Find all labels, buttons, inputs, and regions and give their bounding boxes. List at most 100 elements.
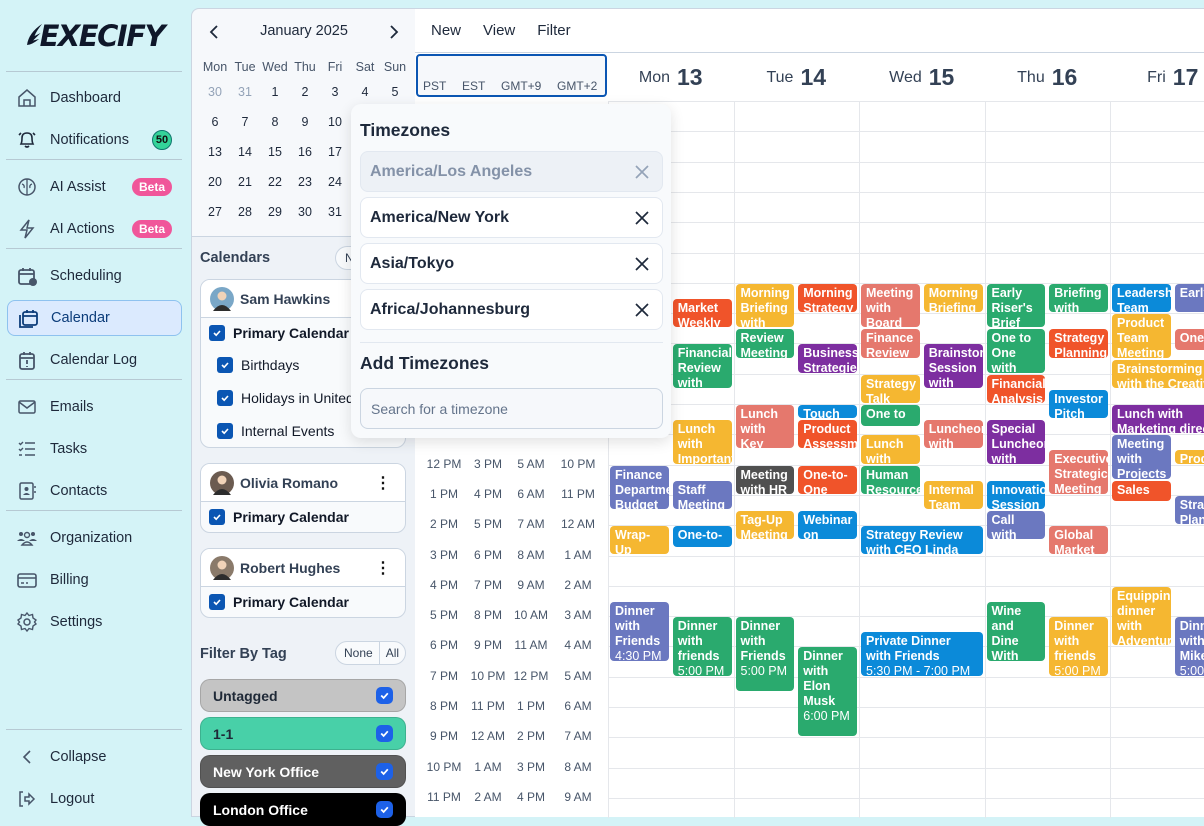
sidebar-item-dashboard[interactable]: Dashboard xyxy=(7,80,182,116)
mini-calendar-day[interactable]: 1 xyxy=(260,85,290,99)
calendar-event[interactable]: Morning Briefing with xyxy=(735,283,795,328)
mini-calendar-day[interactable]: 9 xyxy=(290,115,320,129)
filter-button[interactable]: Filter xyxy=(537,22,570,39)
mini-calendar-day[interactable]: 13 xyxy=(200,145,230,159)
mini-calendar-day[interactable]: 30 xyxy=(290,205,320,219)
mini-calendar-day[interactable]: 22 xyxy=(260,175,290,189)
mini-calendar-next-button[interactable] xyxy=(384,19,404,43)
logout-button[interactable]: Logout xyxy=(7,781,182,817)
calendar-event[interactable]: Strategy Planning xyxy=(1174,495,1204,525)
calendar-event[interactable]: Lunch with Marketing director xyxy=(1112,405,1204,434)
calendar-event[interactable]: Investor Pitch xyxy=(1049,389,1108,419)
calendar-event[interactable]: Dinner with Mike 5:00 PM xyxy=(1174,617,1204,676)
calendar-event[interactable]: Brainstorming Session with xyxy=(923,344,983,388)
new-button[interactable]: New xyxy=(431,22,461,39)
close-icon[interactable] xyxy=(634,210,650,226)
mini-calendar-day[interactable]: 23 xyxy=(290,175,320,189)
checkbox-checked-icon[interactable] xyxy=(217,356,233,373)
timezone-item[interactable]: Africa/Johannesburg xyxy=(360,289,663,330)
mini-calendar-day[interactable]: 24 xyxy=(320,175,350,189)
timezone-item[interactable]: Asia/Tokyo xyxy=(360,243,663,284)
mini-calendar-day[interactable]: 14 xyxy=(230,145,260,159)
calendar-event[interactable]: Dinner with friends 5:00 PM xyxy=(672,617,732,676)
sidebar-item-calendar-log[interactable]: Calendar Log xyxy=(7,342,182,378)
sidebar-item-emails[interactable]: Emails xyxy=(7,389,182,425)
calendar-event[interactable]: Lunch with xyxy=(861,435,920,464)
calendar-event[interactable]: Finance Review xyxy=(861,329,920,358)
mini-calendar-day[interactable]: 29 xyxy=(260,205,290,219)
calendar-event[interactable]: Wine and Dine With Potential xyxy=(986,601,1046,661)
checkbox-checked-icon[interactable] xyxy=(217,389,233,406)
mini-calendar-day[interactable]: 3 xyxy=(320,85,350,99)
calendar-event[interactable]: Wrap-Up xyxy=(610,526,669,555)
checkbox-checked-icon[interactable] xyxy=(376,725,393,742)
calendar-event[interactable]: Strategy Review with CEO Linda xyxy=(861,526,983,555)
calendar-event[interactable]: Call with Tokyo xyxy=(986,511,1046,540)
more-options-icon[interactable]: ⋮ xyxy=(375,558,391,578)
checkbox-checked-icon[interactable] xyxy=(217,422,233,439)
tag-filter-item[interactable]: 1-1 xyxy=(200,717,406,750)
calendar-event[interactable]: Innovation Session xyxy=(986,480,1046,510)
calendar-event[interactable]: Dinner with Friends 4:30 PM xyxy=(610,601,669,661)
calendar-event[interactable]: Product Team Meeting xyxy=(1112,314,1171,358)
calendar-event[interactable]: Touch xyxy=(798,405,857,419)
calendar-event[interactable]: Early xyxy=(1174,283,1204,313)
calendar-event[interactable]: Staff Meeting xyxy=(672,480,732,510)
calendar-event[interactable]: Lunch with Important xyxy=(672,420,732,464)
calendar-event[interactable]: Dinner with Elon Musk 6:00 PM xyxy=(798,647,857,737)
calendar-event[interactable]: Financial Analysis xyxy=(986,374,1046,403)
tag-filter-item[interactable]: New York Office xyxy=(200,755,406,788)
mini-calendar-day[interactable]: 15 xyxy=(260,145,290,159)
mini-calendar-day[interactable]: 6 xyxy=(200,115,230,129)
mini-calendar-day[interactable]: 7 xyxy=(230,115,260,129)
calendar-event[interactable]: Meeting with Projects xyxy=(1112,435,1171,479)
mini-calendar-day[interactable]: 28 xyxy=(230,205,260,219)
mini-calendar-day[interactable]: 10 xyxy=(320,115,350,129)
checkbox-checked-icon[interactable] xyxy=(376,687,393,704)
calendar-event[interactable]: Global Market xyxy=(1049,526,1108,555)
calendar-event[interactable]: One xyxy=(1174,329,1204,350)
checkbox-checked-icon[interactable] xyxy=(376,763,393,780)
mini-calendar-day[interactable]: 2 xyxy=(290,85,320,99)
mini-calendar-day[interactable]: 16 xyxy=(290,145,320,159)
calendar-event[interactable]: Dinner with Friends 5:00 PM xyxy=(735,617,795,691)
calendar-event[interactable]: One to xyxy=(861,405,920,426)
calendar-event[interactable]: Product Assessment xyxy=(798,420,857,449)
day-header[interactable]: Tue 14 xyxy=(734,54,860,101)
calendar-event[interactable]: Meeting with Board xyxy=(861,283,920,328)
checkbox-checked-icon[interactable] xyxy=(376,801,393,818)
calendar-event[interactable]: Morning Strategy xyxy=(798,283,857,313)
tag-filter-item[interactable]: London Office xyxy=(200,793,406,826)
calendar-event[interactable]: Morning Briefing xyxy=(923,283,983,313)
calendar-event[interactable]: Special Luncheon with xyxy=(986,420,1046,464)
close-icon[interactable] xyxy=(634,302,650,318)
calendar-event[interactable]: Brainstorming with the Creative Team xyxy=(1112,359,1204,388)
view-button[interactable]: View xyxy=(483,22,515,39)
sidebar-item-billing[interactable]: Billing xyxy=(7,562,182,598)
mini-calendar-day[interactable]: 5 xyxy=(380,85,410,99)
mini-calendar-day[interactable]: 21 xyxy=(230,175,260,189)
calendar-event[interactable]: Financial Review with xyxy=(672,344,732,388)
calendar-event[interactable]: Review Meeting xyxy=(735,329,795,358)
calendar-event[interactable]: Business Strategies xyxy=(798,344,857,373)
tag-filter-item[interactable]: Untagged xyxy=(200,679,406,712)
sidebar-item-calendar[interactable]: Calendar xyxy=(7,300,182,336)
day-header[interactable]: Thu 16 xyxy=(985,54,1111,101)
close-icon[interactable] xyxy=(634,256,650,272)
mini-calendar-day[interactable]: 31 xyxy=(320,205,350,219)
more-options-icon[interactable]: ⋮ xyxy=(375,473,391,493)
timezone-item[interactable]: America/Los Angeles xyxy=(360,151,663,192)
timezone-search-input[interactable] xyxy=(360,388,663,429)
calendar-event[interactable]: Product xyxy=(1174,450,1204,464)
calendar-event[interactable]: Finance Department Budget xyxy=(610,465,669,510)
sidebar-item-settings[interactable]: Settings xyxy=(7,604,182,640)
calendar-event[interactable]: Early Riser's Brief xyxy=(986,283,1046,328)
mini-calendar-day[interactable]: 4 xyxy=(350,85,380,99)
calendar-toggle[interactable]: Primary Calendar xyxy=(201,502,405,532)
sidebar-item-organization[interactable]: Organization xyxy=(7,520,182,556)
calendar-event[interactable]: Meeting with HR xyxy=(735,465,795,494)
close-icon[interactable] xyxy=(634,164,650,180)
mini-calendar-day[interactable]: 30 xyxy=(200,85,230,99)
day-header[interactable]: Wed 15 xyxy=(859,54,985,101)
calendar-event[interactable]: Strategy Planning xyxy=(1049,329,1108,358)
